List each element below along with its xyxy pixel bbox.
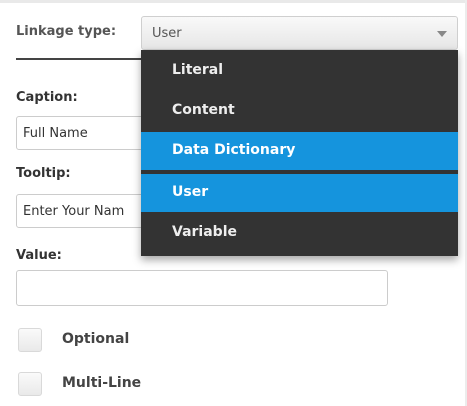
dropdown-option-label: User: [172, 184, 209, 200]
optional-checkbox[interactable]: [18, 328, 42, 352]
multi-line-checkbox-label: Multi-Line: [62, 375, 142, 391]
dropdown-option-label: Literal: [172, 62, 224, 78]
tooltip-input[interactable]: Enter Your Nam: [16, 194, 156, 228]
tooltip-label: Tooltip:: [16, 166, 71, 181]
dropdown-option-variable[interactable]: Variable: [141, 214, 458, 252]
optional-checkbox-label: Optional: [62, 331, 130, 347]
dropdown-option-label: Variable: [172, 224, 237, 240]
linkage-type-label: Linkage type:: [16, 24, 117, 39]
dropdown-option-data-dictionary[interactable]: Data Dictionary: [141, 132, 458, 170]
window-top-border: [0, 0, 467, 3]
dropdown-option-literal[interactable]: Literal: [141, 52, 458, 90]
value-input[interactable]: [16, 270, 388, 306]
linkage-type-select[interactable]: User: [141, 16, 458, 50]
caption-input-value: Full Name: [23, 126, 88, 141]
caption-input[interactable]: Full Name: [16, 116, 156, 150]
chevron-down-icon: [437, 31, 447, 37]
multi-line-checkbox[interactable]: [18, 372, 42, 396]
dropdown-option-label: Data Dictionary: [172, 142, 296, 158]
dropdown-option-content[interactable]: Content: [141, 92, 458, 130]
dropdown-option-user[interactable]: User: [141, 174, 458, 212]
linkage-type-selected-value: User: [152, 26, 182, 41]
tooltip-input-value: Enter Your Nam: [23, 204, 125, 219]
value-label: Value:: [16, 248, 62, 263]
linkage-type-dropdown-menu: Literal Content Data Dictionary User Var…: [141, 50, 458, 256]
caption-label: Caption:: [16, 90, 78, 105]
dropdown-option-label: Content: [172, 102, 235, 118]
